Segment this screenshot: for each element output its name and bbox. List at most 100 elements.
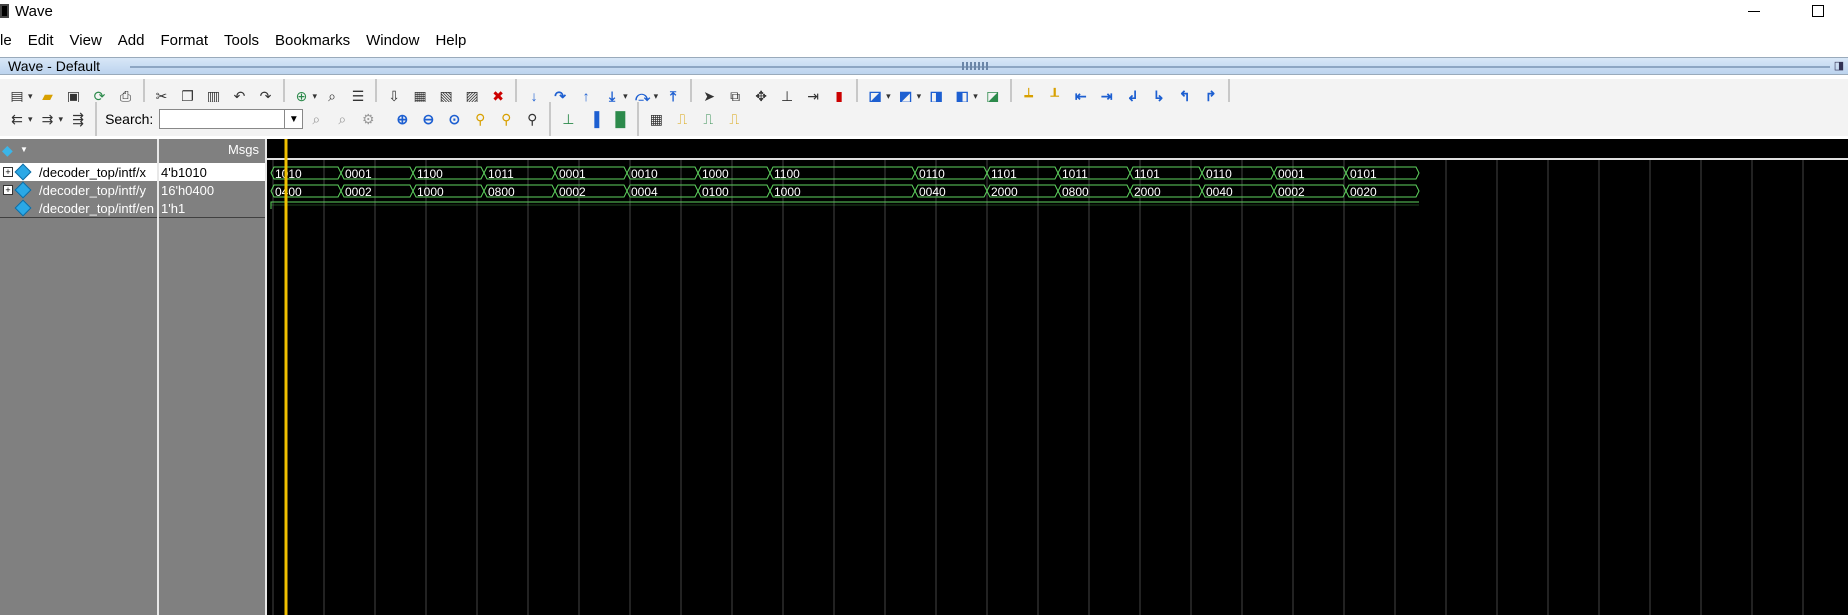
- wave-window-header[interactable]: Wave - Default ◨: [0, 57, 1848, 75]
- bus-value-label: 0010: [631, 167, 658, 181]
- search-options-icon[interactable]: ⚙: [357, 108, 379, 130]
- zoom-between-cursors-icon[interactable]: ⚲: [495, 108, 517, 130]
- search-next-icon[interactable]: ⌕: [331, 108, 353, 130]
- menu-file[interactable]: le: [0, 32, 20, 49]
- bus-value-label: 1100: [774, 167, 800, 181]
- chevron-down-icon[interactable]: ▾: [59, 114, 64, 125]
- bus-value-label: 0040: [919, 185, 946, 199]
- zoom-full-icon[interactable]: ⊙: [443, 108, 465, 130]
- chevron-down-icon[interactable]: ▾: [28, 91, 33, 102]
- chevron-down-icon[interactable]: ▾: [654, 91, 659, 102]
- names-pane-header: ◆ ▼: [0, 139, 157, 159]
- menu-view[interactable]: View: [62, 32, 110, 49]
- expand-icon[interactable]: +: [3, 167, 13, 177]
- menu-add[interactable]: Add: [110, 32, 153, 49]
- signal-fall-icon[interactable]: ⎍: [723, 108, 745, 130]
- maximize-button[interactable]: [1796, 0, 1840, 22]
- toolbar-secondary: ⇇ ▾ ⇉ ▾ ⇶ Search: ▼ ⌕ ⌕ ⚙ ⊕ ⊖ ⊙ ⚲ ⚲ ⚲ ⊥ ▐ …: [0, 102, 1848, 136]
- bus-value-label: 2000: [1134, 185, 1161, 199]
- bus-value-label: 1101: [1134, 167, 1160, 181]
- maximize-icon: [1812, 5, 1824, 17]
- bus-value-label: 0002: [345, 185, 372, 199]
- chevron-down-icon[interactable]: ▾: [28, 114, 33, 125]
- msgs-header: Msgs: [227, 142, 259, 157]
- chevron-down-icon[interactable]: ▼: [20, 145, 28, 154]
- bus-value-label: 1000: [774, 185, 801, 199]
- wave-display-icon[interactable]: ◆: [2, 142, 13, 159]
- wave-y[interactable]: 0400 0002 1000 0800 0002 0004 0100 1000 0040 2000…: [270, 184, 1420, 199]
- menu-window[interactable]: Window: [358, 32, 427, 49]
- value-row-y[interactable]: 16'h0400: [159, 181, 265, 199]
- bus-value-label: 0004: [631, 185, 658, 199]
- grid-icon[interactable]: ▦: [645, 108, 667, 130]
- window-title: Wave: [15, 2, 53, 20]
- value-row-x[interactable]: 4'b1010: [159, 163, 265, 181]
- bus-value-label: 0110: [1206, 167, 1232, 181]
- chevron-down-icon[interactable]: ▾: [623, 91, 628, 102]
- signal-name: /decoder_top/intf/x: [39, 164, 146, 180]
- bus-value-label: 0001: [559, 167, 586, 181]
- expand-all-icon[interactable]: ⇉: [37, 108, 59, 130]
- bus-value-label: 0800: [488, 185, 515, 199]
- signal-row-en[interactable]: /decoder_top/intf/en: [0, 199, 157, 217]
- chevron-down-icon[interactable]: ▾: [313, 91, 318, 102]
- en-high-line: [270, 201, 1419, 209]
- chevron-down-icon[interactable]: ▾: [973, 91, 978, 102]
- waveform-height-icon[interactable]: ▐: [583, 108, 605, 130]
- zoom-cursor-icon[interactable]: ⚲: [469, 108, 491, 130]
- bus-value-label: 0040: [1206, 185, 1233, 199]
- bus-value-label: 2000: [991, 185, 1018, 199]
- row-divider: [159, 217, 265, 218]
- search-input[interactable]: [159, 109, 286, 129]
- wave-x[interactable]: 1010 0001 1100 1011 0001 0010 1000 1100 0110 1101…: [270, 166, 1420, 181]
- waveform-pane[interactable]: 1010 0001 1100 1011 0001 0010 1000 1100 0110 1101…: [267, 139, 1848, 615]
- toolbar-group-wave-style: ▦ ⎍ ⎍ ⎍: [639, 102, 751, 136]
- signal-values-pane: Msgs 4'b1010 16'h0400 1'h1: [159, 139, 265, 615]
- zoom-in-icon[interactable]: ⊕: [391, 108, 413, 130]
- search-dropdown-icon[interactable]: ▼: [285, 109, 304, 129]
- signal-row-x[interactable]: + /decoder_top/intf/x: [0, 163, 157, 181]
- toolbar-group-wave-format: ⊥ ▐ █: [551, 102, 640, 136]
- value-row-en[interactable]: 1'h1: [159, 199, 265, 217]
- undock-icon[interactable]: ◨: [1832, 59, 1846, 73]
- bus-value-label: 0100: [702, 185, 729, 199]
- search-prev-icon[interactable]: ⌕: [305, 108, 327, 130]
- bus-value-label: 1010: [275, 167, 302, 181]
- bus-value-label: 1011: [1062, 167, 1088, 181]
- bus-value-label: 0110: [919, 167, 945, 181]
- collapse-all-icon[interactable]: ⇇: [6, 108, 28, 130]
- signal-names-pane: ◆ ▼ + /decoder_top/intf/x + /decoder_top…: [0, 139, 157, 615]
- waveform-canvas[interactable]: 1010 0001 1100 1011 0001 0010 1000 1100 0110 1101…: [267, 139, 1848, 615]
- menu-tools[interactable]: Tools: [216, 32, 267, 49]
- chevron-down-icon[interactable]: ▾: [886, 91, 891, 102]
- menu-format[interactable]: Format: [153, 32, 217, 49]
- menu-bookmarks[interactable]: Bookmarks: [267, 32, 358, 49]
- wave-en[interactable]: [270, 201, 1419, 209]
- bus-value-label: 1011: [488, 167, 514, 181]
- search-group: Search: ▼ ⌕ ⌕ ⚙: [97, 102, 385, 136]
- wave-window-title: Wave - Default: [8, 58, 101, 74]
- waveform-fill-icon[interactable]: █: [609, 108, 631, 130]
- bus-value-label: 0001: [1278, 167, 1305, 181]
- minimize-button[interactable]: [1732, 0, 1776, 22]
- goto-icon[interactable]: ⇶: [67, 108, 89, 130]
- cursor-line-icon[interactable]: ⊥: [557, 108, 579, 130]
- signal-diamond-icon: [14, 181, 32, 199]
- bus-value-label: 1101: [991, 167, 1017, 181]
- signal-name: /decoder_top/intf/en: [39, 200, 154, 216]
- title-bar: Wave: [0, 0, 1848, 22]
- menu-help[interactable]: Help: [427, 32, 474, 49]
- bus-value-label: 1000: [417, 185, 444, 199]
- chevron-down-icon[interactable]: ▾: [917, 91, 922, 102]
- signal-diamond-icon: [14, 163, 32, 181]
- signal-row-y[interactable]: + /decoder_top/intf/y: [0, 181, 157, 199]
- expand-icon[interactable]: +: [3, 185, 13, 195]
- header-grip-icon[interactable]: [962, 62, 988, 70]
- signal-edge-icon[interactable]: ⎍: [671, 108, 693, 130]
- signal-rise-icon[interactable]: ⎍: [697, 108, 719, 130]
- search-label: Search:: [105, 111, 154, 127]
- menu-bar: le Edit View Add Format Tools Bookmarks …: [0, 28, 1848, 52]
- menu-edit[interactable]: Edit: [20, 32, 62, 49]
- zoom-area-icon[interactable]: ⚲: [521, 108, 543, 130]
- zoom-out-icon[interactable]: ⊖: [417, 108, 439, 130]
